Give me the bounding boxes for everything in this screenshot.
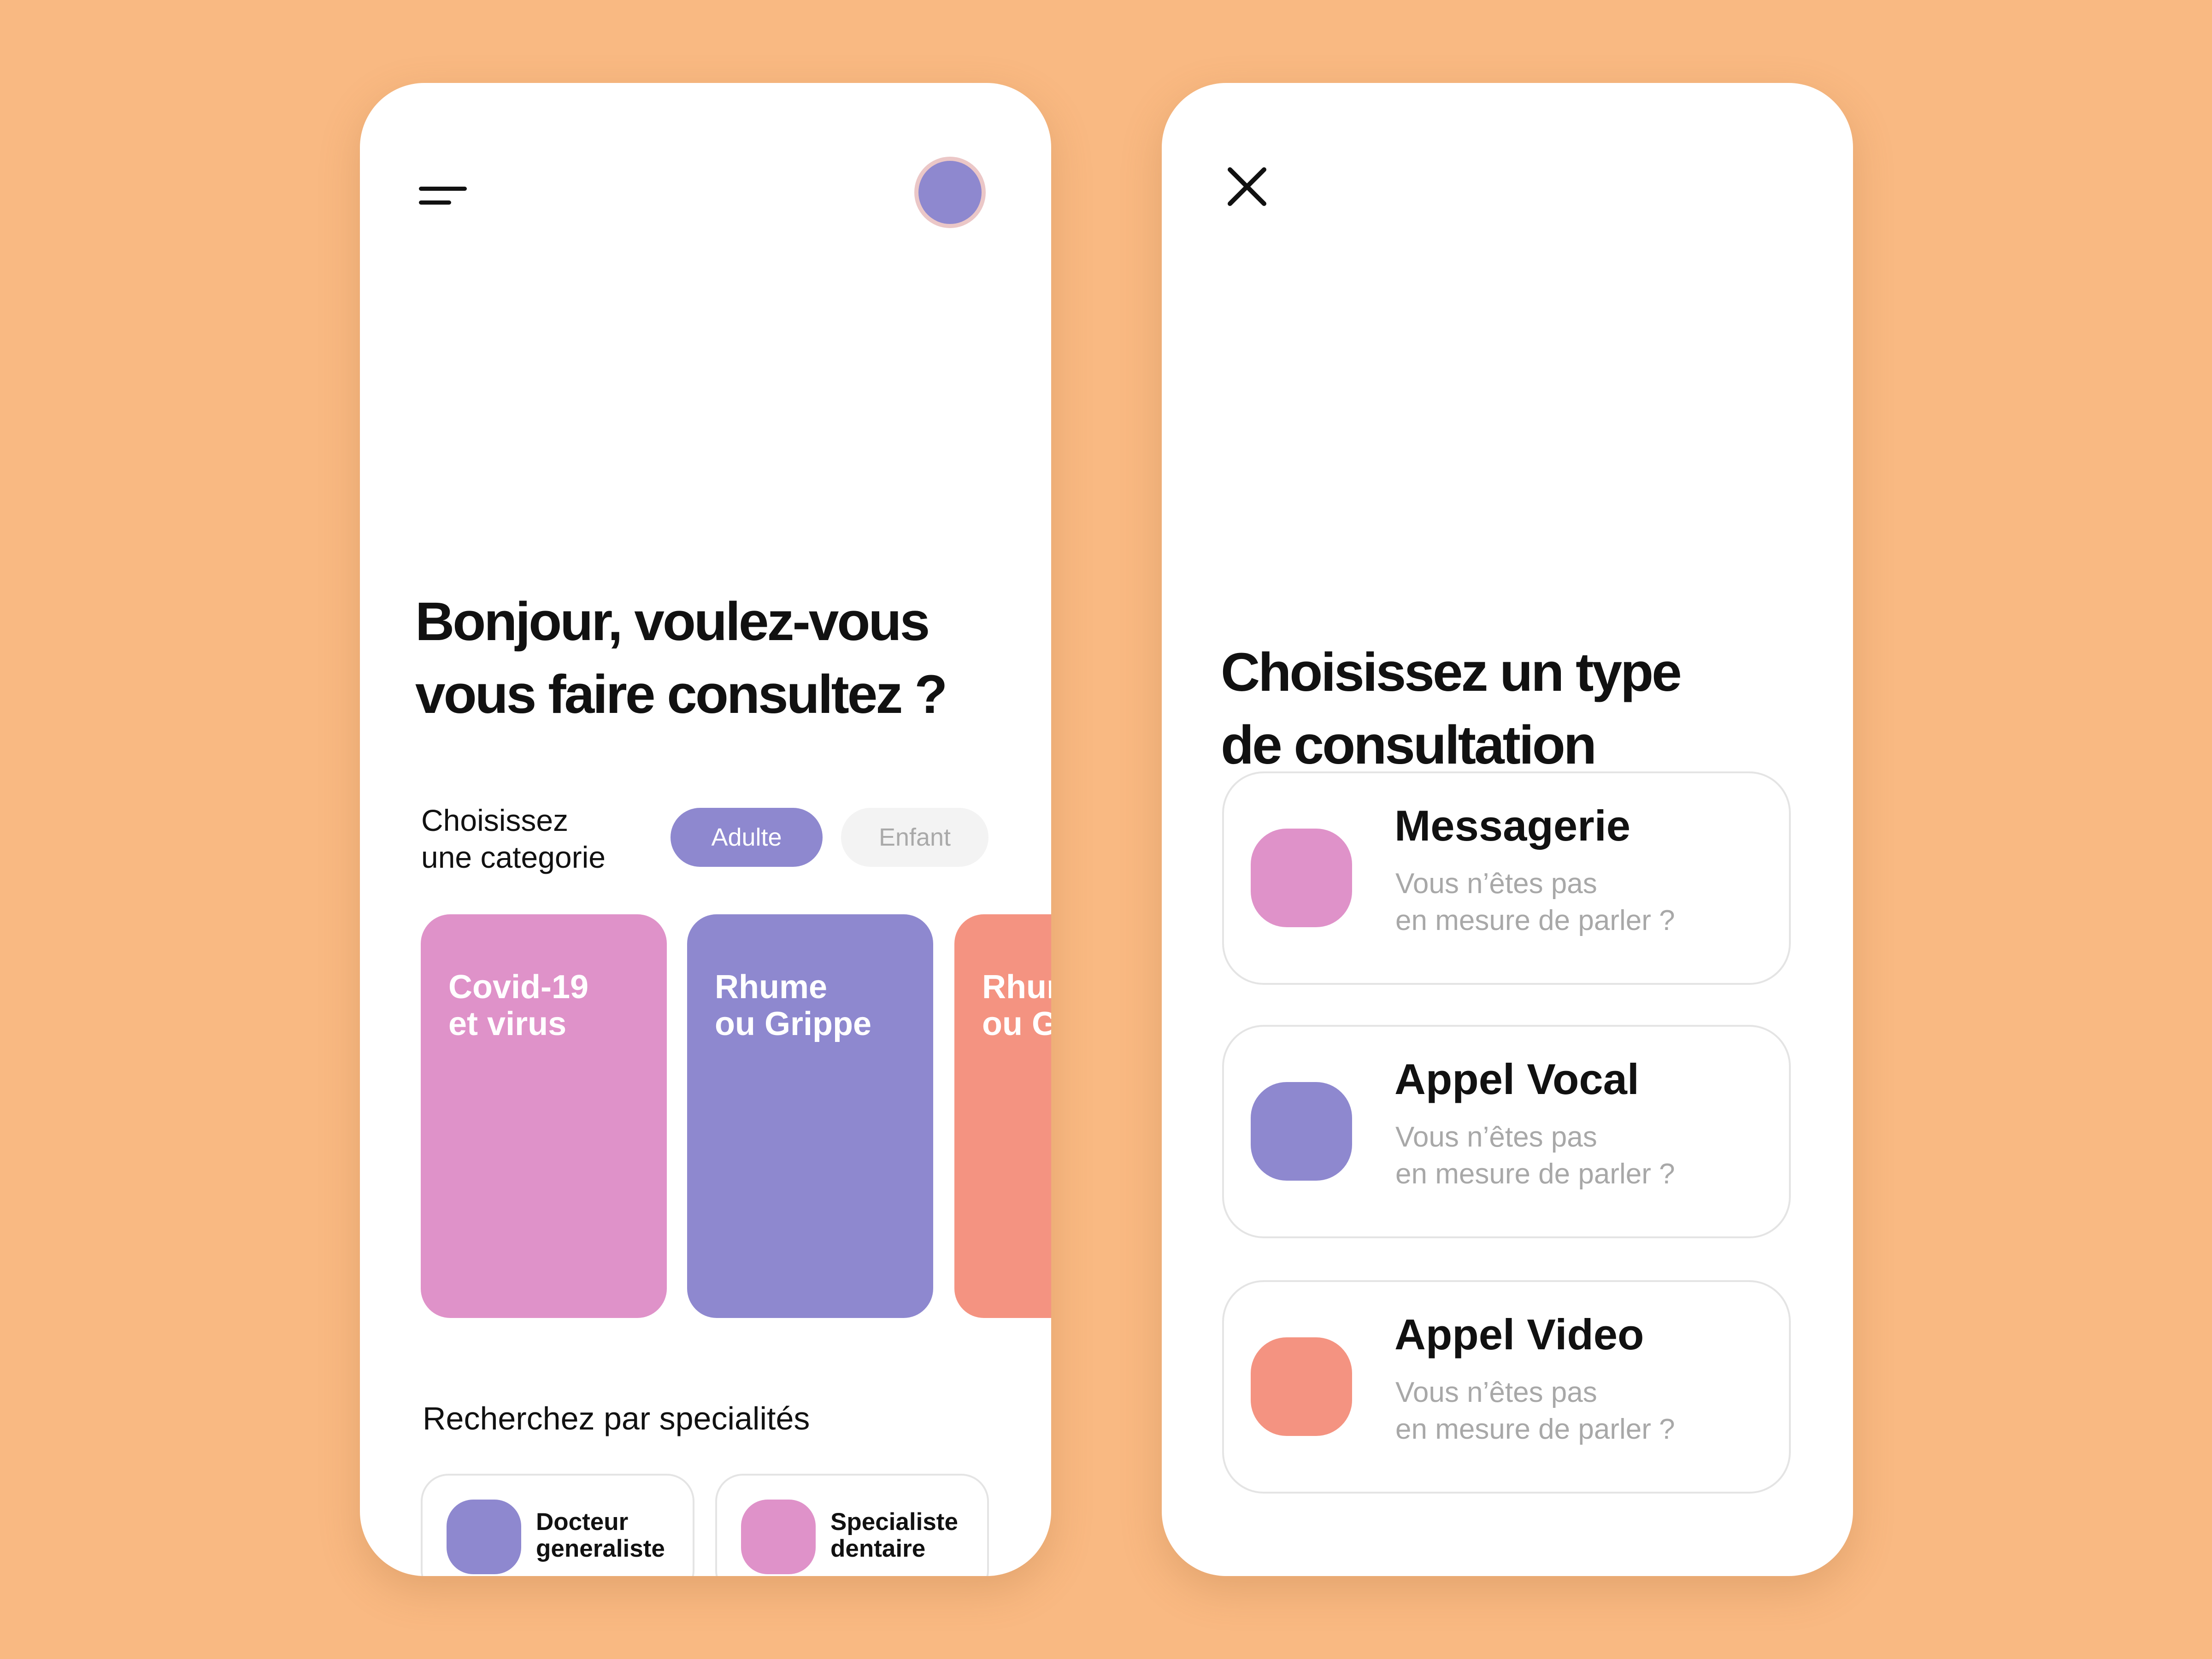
option-title: Appel Video [1394, 1310, 1644, 1359]
specialty-card-dentaire[interactable]: Specialiste dentaire [715, 1474, 989, 1576]
option-subtitle: Vous n’êtes pas en mesure de parler ? [1395, 1119, 1675, 1193]
option-subtitle-line: Vous n’êtes pas [1395, 868, 1597, 900]
specialty-label: Specialiste dentaire [830, 1509, 958, 1562]
option-appel-vocal[interactable]: Appel Vocal Vous n’êtes pas en mesure de… [1222, 1025, 1791, 1238]
category-label: Choisissez une categorie [421, 802, 679, 876]
page-title: Choisissez un type de consultation [1221, 636, 1820, 782]
page-title-line: Bonjour, voulez-vous [415, 591, 930, 652]
category-card-title-line: Rhume [982, 969, 1051, 1006]
page-title-line: de consultation [1221, 715, 1597, 776]
specialty-icon [741, 1500, 816, 1574]
home-screen: Bonjour, voulez-vous vous faire consulte… [360, 83, 1051, 1576]
category-card-title: Rhume ou Grippe [715, 969, 906, 1042]
option-subtitle-line: en mesure de parler ? [1395, 905, 1675, 936]
menu-icon[interactable] [419, 182, 470, 210]
specialty-icon [447, 1500, 521, 1574]
specialty-label-line: dentaire [830, 1535, 926, 1562]
specialty-card-generaliste[interactable]: Docteur generaliste [421, 1474, 694, 1576]
category-card-title-line: Covid-19 [448, 969, 589, 1006]
category-label-line: Choisissez [421, 803, 569, 837]
option-icon [1251, 829, 1352, 927]
specialty-label-line: generaliste [536, 1535, 665, 1562]
specialty-label: Docteur generaliste [536, 1509, 665, 1562]
page-title-line: vous faire consultez ? [415, 664, 947, 725]
page-title: Bonjour, voulez-vous vous faire consulte… [415, 585, 1014, 731]
option-appel-video[interactable]: Appel Video Vous n’êtes pas en mesure de… [1222, 1280, 1791, 1494]
category-card-title-line: ou Grippe [982, 1006, 1051, 1042]
option-icon [1251, 1082, 1352, 1181]
option-messagerie[interactable]: Messagerie Vous n’êtes pas en mesure de … [1222, 771, 1791, 985]
close-icon[interactable] [1222, 161, 1272, 212]
category-card-rhume[interactable]: Rhume ou Grippe [687, 914, 933, 1318]
category-card-title-line: ou Grippe [715, 1006, 871, 1042]
category-card-title-line: et virus [448, 1006, 567, 1042]
option-subtitle-line: Vous n’êtes pas [1395, 1377, 1597, 1408]
option-subtitle: Vous n’êtes pas en mesure de parler ? [1395, 865, 1675, 939]
option-subtitle-line: en mesure de parler ? [1395, 1158, 1675, 1190]
tab-adulte[interactable]: Adulte [671, 808, 823, 867]
specialties-title: Recherchez par specialités [423, 1400, 810, 1436]
option-subtitle-line: en mesure de parler ? [1395, 1413, 1675, 1445]
category-card-title: Rhume ou Grippe [982, 969, 1051, 1042]
menu-icon-bar [419, 187, 467, 191]
option-title: Appel Vocal [1394, 1055, 1640, 1103]
option-subtitle-line: Vous n’êtes pas [1395, 1121, 1597, 1153]
consultation-screen: Choisissez un type de consultation Messa… [1162, 83, 1853, 1576]
menu-icon-bar [419, 200, 451, 205]
specialty-label-line: Specialiste [830, 1508, 958, 1535]
category-card-covid[interactable]: Covid-19 et virus [421, 914, 667, 1318]
category-card-title-line: Rhume [715, 969, 828, 1006]
avatar[interactable] [914, 157, 986, 228]
tab-enfant[interactable]: Enfant [841, 808, 988, 867]
option-title: Messagerie [1394, 801, 1631, 850]
specialty-label-line: Docteur [536, 1508, 629, 1535]
page-title-line: Choisissez un type [1221, 642, 1682, 703]
category-card-title: Covid-19 et virus [448, 969, 639, 1042]
category-card-rhume-2[interactable]: Rhume ou Grippe [954, 914, 1051, 1318]
option-icon [1251, 1337, 1352, 1436]
option-subtitle: Vous n’êtes pas en mesure de parler ? [1395, 1374, 1675, 1448]
category-label-line: une categorie [421, 840, 606, 874]
